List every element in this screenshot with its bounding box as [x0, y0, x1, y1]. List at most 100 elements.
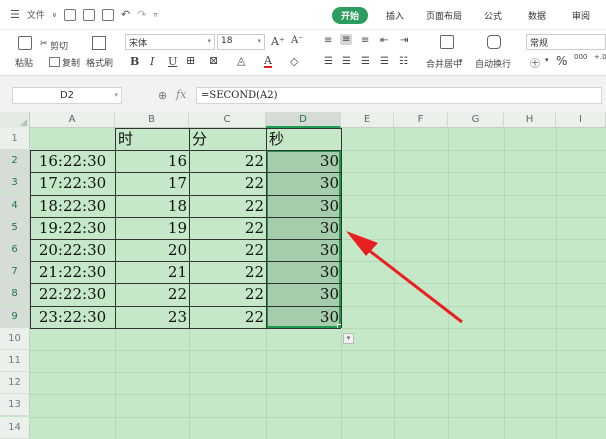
decrease-indent-icon[interactable]: ⇤ [380, 35, 388, 46]
data-cell[interactable]: 30 [266, 195, 341, 217]
data-cell[interactable]: 22 [115, 283, 189, 305]
tab-page-layout[interactable]: 页面布局 [426, 9, 462, 22]
data-cell[interactable]: 22 [189, 283, 266, 305]
row-header-13[interactable]: 13 [0, 394, 30, 416]
row-header-11[interactable]: 11 [0, 350, 30, 372]
increase-font-icon[interactable]: A⁺ [271, 35, 285, 48]
copy-button[interactable]: 复制 [62, 56, 80, 69]
font-color-icon[interactable]: A [264, 55, 272, 68]
cell-style-icon[interactable]: ⊠ [209, 54, 218, 67]
row-header-2[interactable]: 2 [0, 150, 30, 172]
paste-icon[interactable] [18, 36, 32, 50]
data-cell[interactable]: 17:22:30 [30, 172, 115, 194]
borders-icon[interactable]: ⊞ [186, 54, 195, 67]
cut-button[interactable]: 剪切 [50, 39, 68, 52]
data-cell[interactable]: 23 [115, 306, 189, 328]
bold-icon[interactable]: B [130, 55, 139, 68]
align-bottom-icon[interactable]: ≡ [361, 35, 369, 46]
currency-icon[interactable]: ㊉ [530, 55, 540, 70]
customize-toolbar-icon[interactable]: ▿ [153, 10, 157, 19]
data-cell[interactable]: 20:22:30 [30, 239, 115, 261]
row-header-3[interactable]: 3 [0, 172, 30, 194]
insert-function-button[interactable]: fx [176, 88, 186, 101]
column-header-b[interactable]: B [115, 112, 189, 128]
column-header-g[interactable]: G [448, 112, 504, 128]
data-cell[interactable]: 17 [115, 172, 189, 194]
data-cell[interactable]: 22 [189, 172, 266, 194]
row-header-8[interactable]: 8 [0, 283, 30, 305]
data-cell[interactable]: 22 [189, 239, 266, 261]
zoom-icon[interactable]: ⊕ [158, 89, 167, 102]
data-cell[interactable]: 30 [266, 239, 341, 261]
formula-input[interactable]: =SECOND(A2) [196, 87, 602, 104]
scissors-icon[interactable]: ✂ [40, 39, 48, 49]
tab-data[interactable]: 数据 [528, 9, 546, 22]
chevron-down-icon[interactable]: ▾ [545, 56, 549, 64]
font-size-select[interactable]: 18 ▾ [217, 34, 265, 50]
merge-center-button[interactable]: 合并居中 [426, 57, 462, 70]
row-header-14[interactable]: 14 [0, 417, 30, 439]
header-cell-b[interactable]: 时 [115, 128, 189, 150]
data-cell[interactable]: 21 [115, 261, 189, 283]
data-cell[interactable]: 30 [266, 172, 341, 194]
percent-button[interactable]: % [556, 54, 567, 68]
copy-icon[interactable] [49, 57, 60, 67]
row-header-4[interactable]: 4 [0, 195, 30, 217]
italic-icon[interactable]: I [150, 55, 154, 68]
column-header-e[interactable]: E [341, 112, 394, 128]
data-cell[interactable]: 30 [266, 306, 341, 328]
column-header-f[interactable]: F [394, 112, 448, 128]
hamburger-menu-icon[interactable]: ☰ [10, 8, 20, 21]
font-name-select[interactable]: 宋体 ▾ [125, 34, 215, 50]
column-header-a[interactable]: A [30, 112, 115, 128]
data-cell[interactable]: 22 [189, 217, 266, 239]
paste-button[interactable]: 粘贴 [15, 56, 33, 69]
row-header-9[interactable]: 9 [0, 306, 30, 328]
data-cell[interactable]: 30 [266, 217, 341, 239]
select-all-corner[interactable] [0, 112, 30, 128]
merge-center-icon[interactable] [440, 35, 454, 49]
data-cell[interactable]: 30 [266, 283, 341, 305]
clear-format-icon[interactable]: ◇ [290, 55, 298, 68]
data-cell[interactable]: 22 [189, 195, 266, 217]
data-cell[interactable]: 19 [115, 217, 189, 239]
column-header-i[interactable]: I [556, 112, 606, 128]
autofill-options-button[interactable]: ▾ [343, 333, 354, 344]
align-middle-icon[interactable]: ≡ [340, 34, 353, 45]
name-box[interactable]: D2 ▾ [12, 87, 122, 104]
undo-icon[interactable]: ↶ [121, 8, 130, 21]
align-left-icon[interactable]: ☰ [324, 56, 333, 67]
number-format-select[interactable]: 常规 [526, 34, 606, 50]
header-cell-d[interactable]: 秒 [266, 128, 341, 150]
redo-icon[interactable]: ↷ [137, 8, 146, 21]
data-cell[interactable]: 16 [115, 150, 189, 172]
row-header-5[interactable]: 5 [0, 217, 30, 239]
data-cell[interactable]: 20 [115, 239, 189, 261]
spreadsheet-grid[interactable]: ABCDEFGHI ▾ 1 2 3 4 5 6 7 8 9 10 11 12 13 14 时分秒 16:22:3… [0, 112, 606, 439]
wrap-text-icon[interactable] [487, 35, 501, 49]
chevron-down-icon[interactable]: ∨ [52, 11, 57, 19]
increase-indent-icon[interactable]: ⇥ [400, 35, 408, 46]
data-cell[interactable]: 22 [189, 261, 266, 283]
wrap-text-button[interactable]: 自动换行 [475, 57, 511, 70]
row-header-12[interactable]: 12 [0, 372, 30, 394]
row-header-6[interactable]: 6 [0, 239, 30, 261]
chevron-down-icon[interactable]: ▾ [459, 57, 463, 65]
data-cell[interactable]: 19:22:30 [30, 217, 115, 239]
header-cell-c[interactable]: 分 [189, 128, 266, 150]
distributed-icon[interactable]: ☷ [399, 56, 408, 67]
data-cell[interactable]: 18 [115, 195, 189, 217]
tab-review[interactable]: 审阅 [572, 9, 590, 22]
data-cell[interactable]: 16:22:30 [30, 150, 115, 172]
column-header-h[interactable]: H [504, 112, 556, 128]
data-cell[interactable]: 30 [266, 150, 341, 172]
data-cell[interactable]: 22 [189, 150, 266, 172]
tab-home[interactable]: 开始 [332, 7, 369, 24]
print-preview-icon[interactable] [102, 8, 115, 21]
print-icon[interactable] [83, 8, 96, 21]
data-cell[interactable]: 30 [266, 261, 341, 283]
row-header-10[interactable]: 10 [0, 328, 30, 350]
data-cell[interactable]: 22:22:30 [30, 283, 115, 305]
save-icon[interactable] [64, 8, 77, 21]
align-top-icon[interactable]: ≡ [324, 35, 332, 46]
